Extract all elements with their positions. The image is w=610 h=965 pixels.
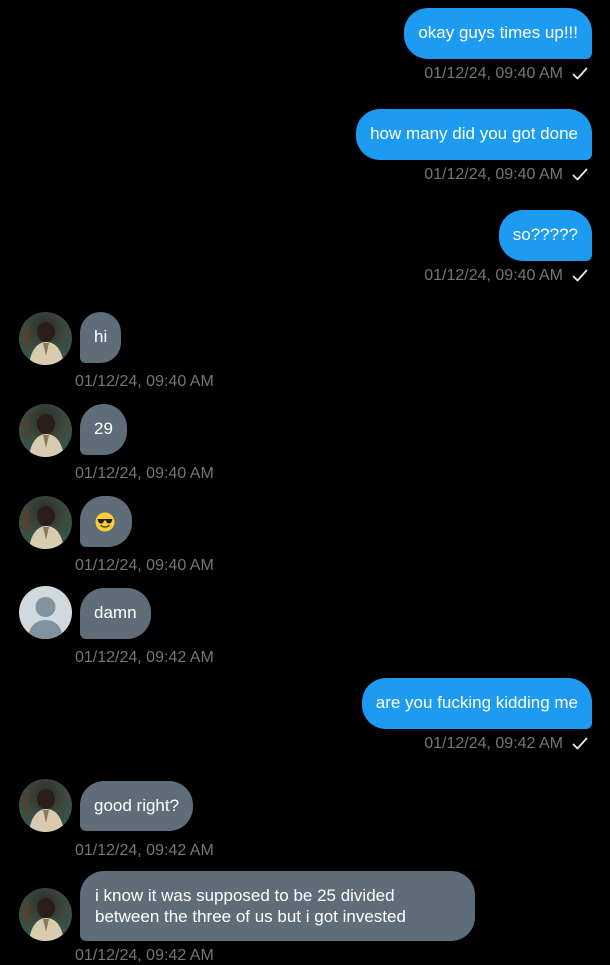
- user-photo-avatar[interactable]: [19, 888, 72, 941]
- message-bubble[interactable]: okay guys times up!!!: [404, 8, 592, 59]
- message-timestamp: 01/12/24, 09:40 AM: [424, 65, 563, 82]
- message-timestamp: 01/12/24, 09:42 AM: [75, 947, 214, 964]
- message-meta: 01/12/24, 09:40 AM: [424, 267, 588, 285]
- message-bubble[interactable]: good right?: [80, 781, 194, 831]
- message-timestamp: 01/12/24, 09:40 AM: [424, 166, 563, 183]
- message-bubble[interactable]: 29: [80, 404, 127, 455]
- message-timestamp: 01/12/24, 09:42 AM: [424, 735, 563, 752]
- person-photo-icon: [22, 414, 64, 457]
- message-meta: 01/12/24, 09:40 AM: [424, 166, 588, 184]
- check-icon: [572, 168, 588, 181]
- message-timestamp: 01/12/24, 09:40 AM: [75, 465, 214, 482]
- message-timestamp: 01/12/24, 09:40 AM: [75, 557, 214, 574]
- check-icon: [572, 67, 588, 80]
- user-photo-avatar[interactable]: [19, 404, 72, 457]
- chat-thread: okay guys times up!!! 01/12/24, 09:40 AM…: [0, 0, 610, 964]
- message-timestamp: 01/12/24, 09:42 AM: [75, 649, 214, 666]
- default-user-icon: [28, 597, 63, 639]
- message-bubble[interactable]: damn: [80, 588, 151, 639]
- message-bubble[interactable]: so?????: [498, 210, 592, 261]
- sunglasses-emoji-icon: [95, 512, 115, 532]
- message-timestamp: 01/12/24, 09:42 AM: [75, 842, 214, 859]
- message-bubble[interactable]: are you fucking kidding me: [361, 678, 592, 729]
- person-photo-icon: [22, 898, 64, 941]
- user-photo-avatar[interactable]: [19, 779, 72, 832]
- message-bubble[interactable]: [80, 496, 132, 547]
- message-bubble[interactable]: i know it was supposed to be 25 divided …: [80, 871, 475, 941]
- user-photo-avatar[interactable]: [19, 312, 72, 365]
- check-icon: [572, 269, 588, 282]
- check-icon: [572, 737, 588, 750]
- message-meta: 01/12/24, 09:40 AM: [424, 65, 588, 83]
- message-timestamp: 01/12/24, 09:40 AM: [424, 267, 563, 284]
- person-photo-icon: [22, 506, 64, 549]
- message-meta: 01/12/24, 09:42 AM: [424, 735, 588, 753]
- default-avatar[interactable]: [19, 586, 72, 639]
- user-photo-avatar[interactable]: [19, 496, 72, 549]
- person-photo-icon: [22, 789, 64, 832]
- person-photo-icon: [22, 322, 64, 365]
- message-bubble[interactable]: how many did you got done: [356, 109, 592, 160]
- message-bubble[interactable]: hi: [80, 312, 122, 363]
- message-timestamp: 01/12/24, 09:40 AM: [75, 373, 214, 390]
